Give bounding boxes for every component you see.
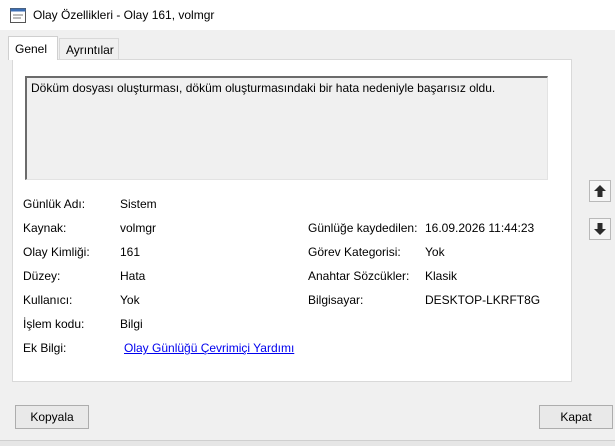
keywords-value: Klasik xyxy=(425,269,458,283)
log-name-value: Sistem xyxy=(120,197,157,211)
event-viewer-icon xyxy=(10,8,26,23)
arrow-up-icon xyxy=(594,185,606,197)
description-box[interactable]: Döküm dosyası oluşturması, döküm oluştur… xyxy=(25,76,548,180)
keywords-label: Anahtar Sözcükler: xyxy=(308,269,410,283)
close-button-label: Kapat xyxy=(560,410,592,424)
previous-event-button[interactable] xyxy=(589,180,611,202)
task-category-label: Görev Kategorisi: xyxy=(308,245,401,259)
log-name-label: Günlük Adı: xyxy=(23,197,86,211)
tab-general[interactable]: Genel xyxy=(8,36,58,60)
level-value: Hata xyxy=(120,269,146,283)
opcode-label: İşlem kodu: xyxy=(23,317,85,331)
user-label: Kullanıcı: xyxy=(23,293,73,307)
online-help-link[interactable]: Olay Günlüğü Çevrimiçi Yardımı xyxy=(124,341,294,355)
description-text: Döküm dosyası oluşturması, döküm oluştur… xyxy=(31,81,496,95)
window-title: Olay Özellikleri - Olay 161, volmgr xyxy=(33,8,215,22)
source-label: Kaynak: xyxy=(23,221,67,235)
opcode-value: Bilgi xyxy=(120,317,143,331)
computer-value: DESKTOP-LKRFT8G xyxy=(425,293,541,307)
logged-value: 16.09.2026 11:44:23 xyxy=(425,221,535,235)
arrow-down-icon xyxy=(594,223,606,235)
window-bottom-edge xyxy=(0,440,615,446)
logged-label: Günlüğe kaydedilen: xyxy=(308,221,418,235)
task-category-value: Yok xyxy=(425,245,445,259)
next-event-button[interactable] xyxy=(589,218,611,240)
close-button[interactable]: Kapat xyxy=(539,405,613,429)
event-id-label: Olay Kimliği: xyxy=(23,245,90,259)
tab-label: Genel xyxy=(15,42,48,56)
copy-button-label: Kopyala xyxy=(30,410,74,424)
general-panel: Döküm dosyası oluşturması, döküm oluştur… xyxy=(12,59,572,382)
event-id-value: 161 xyxy=(120,245,141,259)
computer-label: Bilgisayar: xyxy=(308,293,364,307)
tab-label: Ayrıntılar xyxy=(66,43,114,57)
copy-button[interactable]: Kopyala xyxy=(15,405,89,429)
user-value: Yok xyxy=(120,293,140,307)
tab-details[interactable]: Ayrıntılar xyxy=(59,38,119,60)
level-label: Düzey: xyxy=(23,269,61,283)
title-bar: Olay Özellikleri - Olay 161, volmgr xyxy=(0,0,615,30)
more-info-label: Ek Bilgi: xyxy=(23,341,67,355)
source-value: volmgr xyxy=(120,221,157,235)
